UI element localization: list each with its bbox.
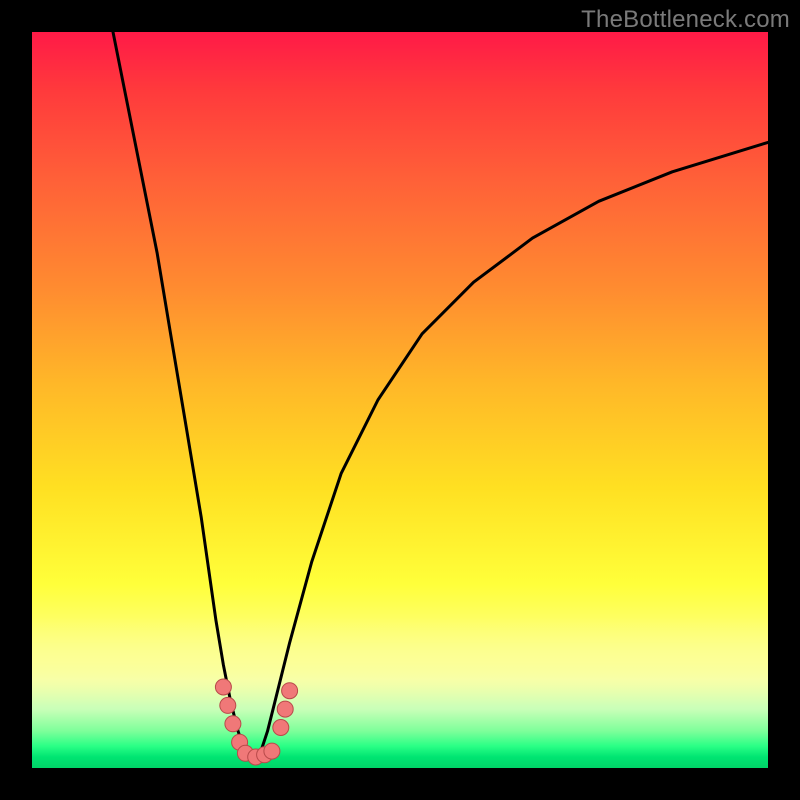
curve-left-branch: [113, 32, 253, 761]
marker-cluster: [215, 679, 297, 765]
marker-dot: [220, 697, 236, 713]
marker-dot: [264, 743, 280, 759]
plot-area: [32, 32, 768, 768]
marker-dot: [215, 679, 231, 695]
curve-right-branch: [253, 142, 768, 760]
curve-overlay: [32, 32, 768, 768]
bottleneck-curve: [113, 32, 768, 761]
watermark-text: TheBottleneck.com: [581, 6, 790, 34]
marker-dot: [273, 720, 289, 736]
marker-dot: [277, 701, 293, 717]
marker-dot: [225, 716, 241, 732]
chart-frame: TheBottleneck.com: [0, 0, 800, 800]
marker-dot: [282, 683, 298, 699]
